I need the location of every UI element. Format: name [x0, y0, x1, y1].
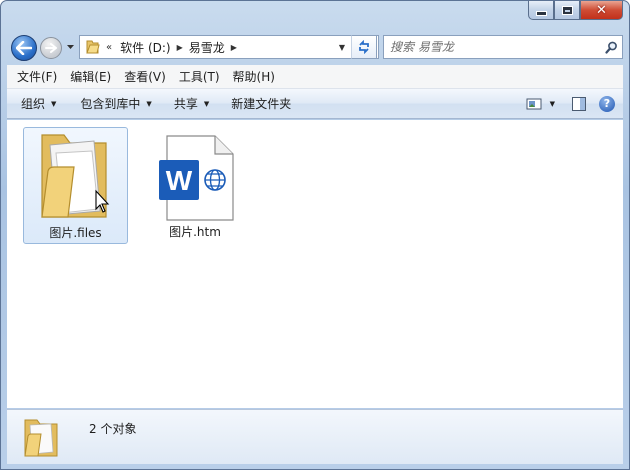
- view-icon: [526, 98, 542, 109]
- new-folder-label: 新建文件夹: [231, 97, 292, 111]
- breadcrumb-separator-icon[interactable]: ▶: [229, 43, 239, 52]
- address-dropdown-icon[interactable]: ▼: [334, 36, 350, 58]
- maximize-icon: [561, 5, 573, 15]
- menu-file[interactable]: 文件(F): [11, 66, 63, 87]
- svg-text:W: W: [166, 165, 193, 196]
- preview-pane-button[interactable]: [565, 93, 593, 115]
- menu-edit[interactable]: 编辑(E): [64, 66, 117, 87]
- minimize-button[interactable]: [528, 1, 554, 20]
- chevron-down-icon: ▼: [146, 99, 152, 108]
- new-folder-button[interactable]: 新建文件夹: [223, 93, 299, 115]
- preview-pane-icon: [572, 96, 586, 111]
- breadcrumb-separator-icon[interactable]: ▶: [175, 43, 185, 52]
- search-box[interactable]: [383, 35, 623, 59]
- breadcrumb-folder[interactable]: 易雪龙: [185, 39, 229, 56]
- share-button[interactable]: 共享 ▼: [166, 93, 217, 115]
- details-pane: 2 个对象: [7, 409, 623, 464]
- forward-button[interactable]: [40, 37, 62, 59]
- organize-label: 组织: [21, 97, 46, 111]
- file-list[interactable]: 图片.files W 图片.htm: [7, 120, 623, 408]
- menu-help[interactable]: 帮助(H): [227, 66, 281, 87]
- organize-button[interactable]: 组织 ▼: [13, 93, 64, 115]
- file-item-document[interactable]: W 图片.htm: [145, 127, 245, 244]
- close-button[interactable]: ✕: [580, 1, 623, 20]
- menu-bar: 文件(F) 编辑(E) 查看(V) 工具(T) 帮助(H): [7, 65, 623, 89]
- file-name: 图片.htm: [169, 225, 221, 239]
- help-icon[interactable]: ?: [599, 95, 615, 112]
- chevron-down-icon: ▼: [203, 99, 210, 108]
- command-bar: 组织 ▼ 包含到库中 ▼ 共享 ▼ 新建文件夹 ▼ ?: [7, 89, 623, 119]
- recent-pages-dropdown[interactable]: [65, 41, 75, 53]
- breadcrumb-overflow-button[interactable]: «: [106, 42, 112, 53]
- folder-icon: [86, 40, 100, 54]
- view-controls: ▼ ?: [520, 93, 623, 115]
- maximize-button[interactable]: [554, 1, 580, 20]
- item-count: 2 个对象: [89, 422, 137, 436]
- back-button[interactable]: [11, 35, 37, 61]
- navigation-bar: « 软件 (D:) ▶ 易雪龙 ▶ ▼: [9, 33, 623, 61]
- include-in-library-label: 包含到库中: [80, 97, 141, 111]
- menu-tools[interactable]: 工具(T): [173, 66, 226, 87]
- file-item-folder[interactable]: 图片.files: [23, 127, 128, 244]
- close-icon: ✕: [596, 2, 607, 18]
- back-arrow-icon: [16, 41, 32, 55]
- refresh-button[interactable]: [351, 35, 377, 59]
- word-document-icon: W: [159, 135, 234, 221]
- chevron-down-icon: [66, 45, 74, 49]
- file-name: 图片.files: [49, 226, 102, 240]
- share-label: 共享: [173, 97, 198, 111]
- explorer-window: ✕ « 软件 (D:) ▶ 易雪龙 ▶ ▼ 搜索 易雪龙 文件(F) 编辑(E)…: [0, 0, 630, 470]
- forward-arrow-icon: [45, 43, 57, 53]
- folder-icon: [24, 419, 58, 457]
- search-input[interactable]: [390, 40, 600, 54]
- change-view-button[interactable]: [520, 93, 548, 115]
- caption-buttons: ✕: [528, 1, 623, 20]
- address-bar[interactable]: « 软件 (D:) ▶ 易雪龙 ▶ ▼: [79, 35, 379, 59]
- chevron-down-icon: ▼: [51, 99, 57, 108]
- search-icon[interactable]: [600, 41, 622, 54]
- folder-icon: [40, 134, 109, 218]
- minimize-icon: [535, 10, 547, 16]
- refresh-icon: [359, 40, 369, 54]
- menu-view[interactable]: 查看(V): [118, 66, 172, 87]
- include-in-library-button[interactable]: 包含到库中 ▼: [72, 93, 159, 115]
- view-options-dropdown-icon[interactable]: ▼: [550, 100, 555, 108]
- breadcrumb-drive[interactable]: 软件 (D:): [116, 39, 174, 56]
